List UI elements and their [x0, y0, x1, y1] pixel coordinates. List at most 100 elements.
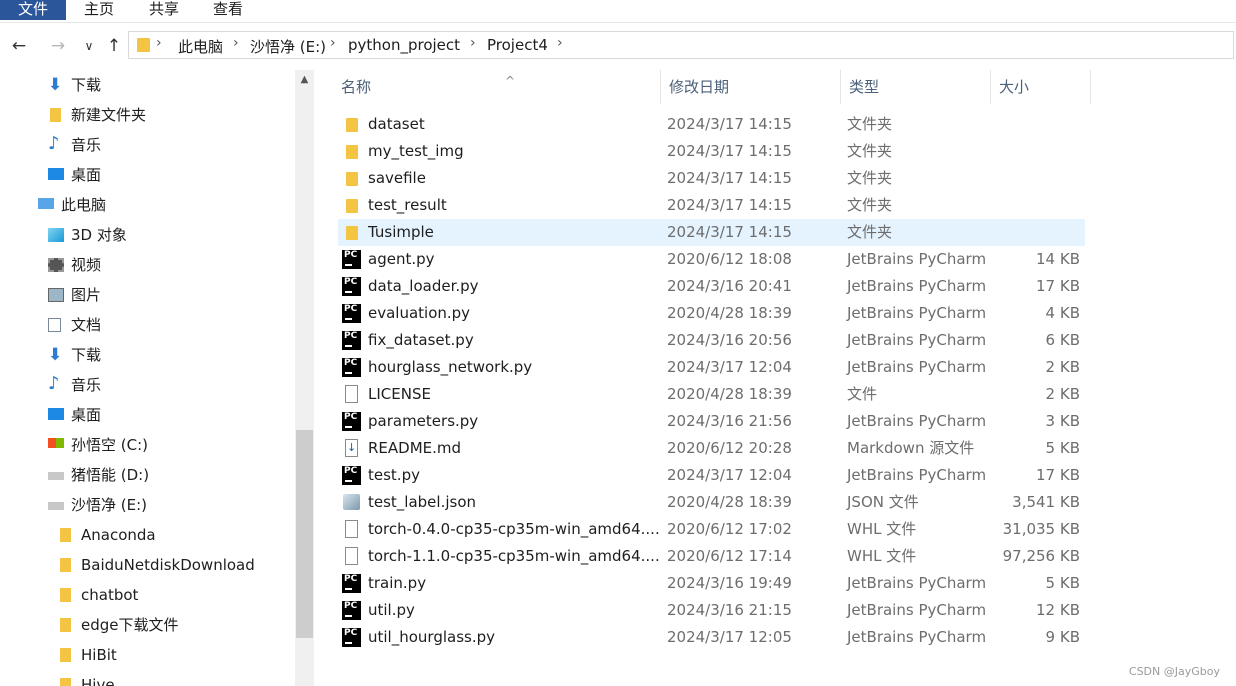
breadcrumb-this-pc[interactable]: 此电脑 — [178, 36, 223, 57]
pycharm-file-icon — [342, 331, 361, 350]
file-row[interactable]: util.py 2024/3/16 21:15 JetBrains PyCharm 1… — [338, 597, 1085, 624]
tab-share[interactable]: 共享 — [136, 0, 192, 20]
sidebar-item[interactable]: ⬇ 下载 — [0, 340, 290, 370]
file-row[interactable]: torch-0.4.0-cp35-cp35m-win_amd64.... 2020… — [338, 516, 1085, 543]
file-row[interactable]: train.py 2024/3/16 19:49 JetBrains PyCharm… — [338, 570, 1085, 597]
sidebar-item[interactable]: edge下载文件 — [0, 610, 290, 640]
file-row[interactable]: README.md 2020/6/12 20:28 Markdown 源文件 5 KB — [338, 435, 1085, 462]
file-row[interactable]: savefile 2024/3/17 14:15 文件夹 — [338, 165, 1085, 192]
sidebar-item[interactable]: 3D 对象 — [0, 220, 290, 250]
navigation-bar: ← → ∨ ↑ › 此电脑 › 沙悟净 (E:) › python_projec… — [0, 23, 1236, 69]
tab-home[interactable]: 主页 — [70, 0, 128, 20]
tab-view[interactable]: 查看 — [200, 0, 256, 20]
tab-file[interactable]: 文件 — [0, 0, 66, 20]
sidebar-item[interactable]: 新建文件夹 — [0, 100, 290, 130]
file-row[interactable]: util_hourglass.py 2024/3/17 12:05 JetBrain… — [338, 624, 1085, 651]
pictures-icon — [48, 288, 64, 302]
recent-locations-chevron-icon[interactable]: ∨ — [78, 35, 100, 57]
sidebar-item[interactable]: 猪悟能 (D:) — [0, 460, 290, 490]
scroll-up-arrow-icon[interactable]: ▲ — [295, 72, 314, 88]
sidebar-item[interactable]: 文档 — [0, 310, 290, 340]
forward-arrow-icon[interactable]: → — [47, 35, 69, 57]
file-row[interactable]: data_loader.py 2024/3/16 20:41 JetBrains P… — [338, 273, 1085, 300]
back-arrow-icon[interactable]: ← — [8, 35, 30, 57]
sidebar-item[interactable]: 孙悟空 (C:) — [0, 430, 290, 460]
file-row[interactable]: test_result 2024/3/17 14:15 文件夹 — [338, 192, 1085, 219]
pycharm-file-icon — [342, 358, 361, 377]
file-row[interactable]: hourglass_network.py 2024/3/17 12:04 JetBr… — [338, 354, 1085, 381]
file-list-pane: 名称 ^ 修改日期 类型 大小 dataset 2024/3/17 14:15 文件… — [318, 70, 1236, 686]
sidebar-item[interactable]: ⬇ 下载 — [0, 70, 290, 100]
file-date: 2020/6/12 20:28 — [667, 439, 792, 457]
file-row[interactable]: parameters.py 2024/3/16 21:56 JetBrains Py… — [338, 408, 1085, 435]
file-date: 2020/4/28 18:39 — [667, 304, 792, 322]
file-date: 2024/3/16 19:49 — [667, 574, 792, 592]
sidebar-item[interactable]: Anaconda — [0, 520, 290, 550]
sidebar-item[interactable]: 沙悟净 (E:) — [0, 490, 290, 520]
desktop-icon — [48, 408, 64, 420]
file-row[interactable]: my_test_img 2024/3/17 14:15 文件夹 — [338, 138, 1085, 165]
file-row[interactable]: dataset 2024/3/17 14:15 文件夹 — [338, 111, 1085, 138]
file-type: WHL 文件 — [847, 520, 917, 538]
sidebar-item[interactable]: ♪ 音乐 — [0, 370, 290, 400]
address-bar[interactable]: › 此电脑 › 沙悟净 (E:) › python_project › Proj… — [128, 31, 1234, 59]
file-type: Markdown 源文件 — [847, 439, 975, 457]
chevron-right-icon[interactable]: › — [233, 35, 239, 51]
chevron-right-icon[interactable]: › — [330, 35, 336, 51]
sidebar-item-label: Anaconda — [81, 526, 156, 544]
folder-icon — [346, 145, 358, 159]
file-row[interactable]: agent.py 2020/6/12 18:08 JetBrains PyCharm… — [338, 246, 1085, 273]
sidebar-item[interactable]: 视频 — [0, 250, 290, 280]
file-row[interactable]: Tusimple 2024/3/17 14:15 文件夹 — [338, 219, 1085, 246]
file-type: JetBrains PyCharm — [847, 304, 987, 322]
sidebar-item[interactable]: chatbot — [0, 580, 290, 610]
file-row[interactable]: torch-1.1.0-cp35-cp35m-win_amd64.... 2020… — [338, 543, 1085, 570]
sidebar-item[interactable]: 桌面 — [0, 160, 290, 190]
file-type: 文件夹 — [847, 223, 893, 241]
scroll-thumb[interactable] — [296, 430, 313, 638]
column-header-name[interactable]: 名称 ^ — [333, 70, 661, 104]
file-type: JetBrains PyCharm — [847, 331, 987, 349]
file-name: test_result — [368, 196, 447, 214]
sidebar-item-label: 图片 — [71, 286, 102, 304]
sidebar-item[interactable]: 此电脑 — [0, 190, 290, 220]
chevron-right-icon[interactable]: › — [156, 35, 162, 51]
chevron-right-icon[interactable]: › — [557, 35, 563, 51]
file-name: torch-0.4.0-cp35-cp35m-win_amd64.... — [368, 520, 660, 538]
pycharm-file-icon — [342, 574, 361, 593]
breadcrumb-python-project[interactable]: python_project — [348, 36, 460, 54]
file-size: 17 KB — [1036, 277, 1080, 295]
file-size: 5 KB — [1045, 574, 1080, 592]
column-header-size[interactable]: 大小 — [991, 70, 1091, 104]
sidebar-item[interactable]: Hive — [0, 670, 290, 686]
sidebar-item[interactable]: 图片 — [0, 280, 290, 310]
column-header-type[interactable]: 类型 — [841, 70, 991, 104]
breadcrumb-project4[interactable]: Project4 — [487, 36, 548, 54]
file-date: 2024/3/16 20:56 — [667, 331, 792, 349]
sidebar-item-label: 3D 对象 — [71, 226, 127, 244]
file-name: torch-1.1.0-cp35-cp35m-win_amd64.... — [368, 547, 660, 565]
sidebar-item[interactable]: ♪ 音乐 — [0, 130, 290, 160]
breadcrumb-drive-e[interactable]: 沙悟净 (E:) — [250, 36, 326, 57]
file-size: 97,256 KB — [1002, 547, 1080, 565]
file-row[interactable]: test.py 2024/3/17 12:04 JetBrains PyCharm 1… — [338, 462, 1085, 489]
file-name: fix_dataset.py — [368, 331, 474, 349]
file-row[interactable]: LICENSE 2020/4/28 18:39 文件 2 KB — [338, 381, 1085, 408]
sidebar-item-label: 音乐 — [71, 136, 102, 154]
file-row[interactable]: test_label.json 2020/4/28 18:39 JSON 文件 3,5… — [338, 489, 1085, 516]
sort-ascending-icon: ^ — [505, 74, 516, 88]
file-size: 3,541 KB — [1012, 493, 1080, 511]
file-date: 2024/3/17 14:15 — [667, 115, 792, 133]
navigation-scrollbar[interactable]: ▲ — [295, 70, 314, 686]
file-name: util.py — [368, 601, 415, 619]
file-date: 2024/3/17 12:05 — [667, 628, 792, 646]
sidebar-item[interactable]: 桌面 — [0, 400, 290, 430]
sidebar-item[interactable]: HiBit — [0, 640, 290, 670]
blank-file-icon — [345, 520, 358, 538]
column-header-date[interactable]: 修改日期 — [661, 70, 841, 104]
chevron-right-icon[interactable]: › — [470, 35, 476, 51]
up-arrow-icon[interactable]: ↑ — [103, 35, 125, 57]
file-row[interactable]: fix_dataset.py 2024/3/16 20:56 JetBrains P… — [338, 327, 1085, 354]
sidebar-item[interactable]: BaiduNetdiskDownload — [0, 550, 290, 580]
file-row[interactable]: evaluation.py 2020/4/28 18:39 JetBrains Py… — [338, 300, 1085, 327]
